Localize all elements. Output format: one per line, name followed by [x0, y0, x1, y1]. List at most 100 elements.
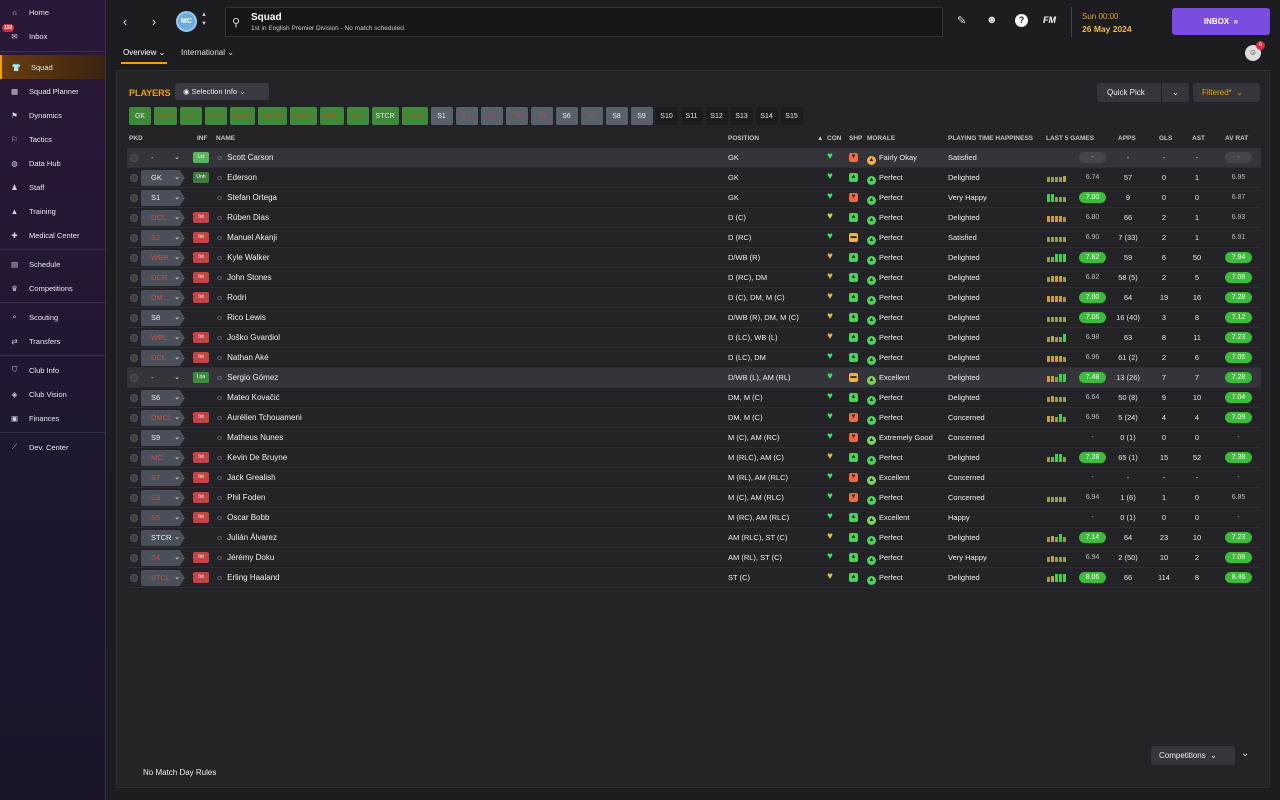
- position-chip[interactable]: STCR: [371, 107, 399, 125]
- position-chip[interactable]: S6: [555, 107, 578, 125]
- pkd-dropdown[interactable]: - ⌄: [141, 150, 185, 166]
- avatar[interactable]: ☺ 6: [1245, 41, 1265, 61]
- sidebar-item-club-info[interactable]: ⛉ Club Info: [0, 358, 105, 382]
- pkd-dropdown[interactable]: STCL ⌄: [141, 570, 185, 586]
- table-row[interactable]: -⌄LoaSergio GómezD/WB (L), AM (RL)♥▬▲Exc…: [127, 368, 1261, 388]
- col-pkd[interactable]: PKD: [129, 135, 143, 142]
- manager-face-icon[interactable]: ☻: [986, 14, 998, 26]
- player-name[interactable]: Sergio Gómez: [216, 373, 278, 382]
- pkd-dropdown[interactable]: DCL ⌄: [141, 350, 185, 366]
- position-chip[interactable]: WBR: [230, 107, 255, 125]
- club-switch-icon[interactable]: ▲ ▼: [201, 11, 207, 29]
- position-chip[interactable]: S13: [730, 107, 753, 125]
- pkd-dropdown[interactable]: WBL ⌄: [141, 330, 185, 346]
- pkd-dropdown[interactable]: S7 ⌄: [141, 470, 185, 486]
- table-row[interactable]: DM...⌄IntRodriD (C), DM, M (C)♥▲▲Perfect…: [127, 288, 1261, 308]
- select-checkbox[interactable]: [130, 254, 138, 262]
- edit-icon[interactable]: ✎: [957, 14, 966, 27]
- player-name[interactable]: Jack Grealish: [216, 473, 275, 482]
- sidebar-item-squad[interactable]: 👕 Squad: [0, 55, 105, 79]
- tab-international[interactable]: International ⌄: [181, 48, 234, 57]
- sidebar-item-home[interactable]: ⌂ Home: [0, 0, 105, 24]
- table-row[interactable]: STCR⌄Julián ÁlvarezAM (RLC), ST (C)♥▲▲Pe…: [127, 528, 1261, 548]
- pkd-dropdown[interactable]: DCL ⌄: [141, 210, 185, 226]
- select-checkbox[interactable]: [130, 234, 138, 242]
- col-gls[interactable]: GLS: [1159, 135, 1172, 142]
- pkd-dropdown[interactable]: S9 ⌄: [141, 430, 185, 446]
- select-checkbox[interactable]: [130, 534, 138, 542]
- pkd-dropdown[interactable]: S3 ⌄: [141, 490, 185, 506]
- position-chip[interactable]: STCL: [401, 107, 428, 125]
- pkd-dropdown[interactable]: STCR ⌄: [141, 530, 185, 546]
- player-name[interactable]: Manuel Akanji: [216, 233, 277, 242]
- table-row[interactable]: STCL⌄IntErling HaalandST (C)♥▲▲PerfectDe…: [127, 568, 1261, 588]
- pkd-dropdown[interactable]: S4 ⌄: [141, 550, 185, 566]
- position-chip[interactable]: S2: [455, 107, 478, 125]
- table-row[interactable]: S1 ⌄ Stefan Ortega GK ♥ ▼ ▲Perfect Very Happy 7.…: [127, 188, 1261, 208]
- player-name[interactable]: Rúben Dias: [216, 213, 269, 222]
- player-name[interactable]: Kevin De Bruyne: [216, 453, 287, 462]
- col-ast[interactable]: AST: [1192, 135, 1205, 142]
- col-pth[interactable]: PLAYING TIME HAPPINESS: [948, 135, 1033, 142]
- position-chip[interactable]: S1: [430, 107, 453, 125]
- forward-arrow-icon[interactable]: ›: [146, 11, 162, 31]
- select-checkbox[interactable]: [130, 194, 138, 202]
- col-apps[interactable]: APPS: [1118, 135, 1136, 142]
- sidebar-item-competitions[interactable]: ♛ Competitions: [0, 276, 105, 300]
- col-morale[interactable]: MORALE: [867, 135, 895, 142]
- search-box[interactable]: ⚲ Squad 1st in English Premier Division …: [225, 7, 943, 37]
- quick-pick-button[interactable]: Quick Pick ⌄: [1097, 83, 1189, 102]
- col-con[interactable]: CON: [827, 135, 841, 142]
- player-name[interactable]: Matheus Nunes: [216, 433, 283, 442]
- select-checkbox[interactable]: [130, 174, 138, 182]
- player-name[interactable]: Julián Álvarez: [216, 533, 277, 542]
- position-chip[interactable]: DCR: [154, 107, 178, 125]
- player-name[interactable]: Jérémy Doku: [216, 553, 274, 562]
- table-row[interactable]: S6⌄Mateo KovačićDM, M (C)♥▲▲PerfectDelig…: [127, 388, 1261, 408]
- pkd-dropdown[interactable]: S5 ⌄: [141, 510, 185, 526]
- sidebar-item-dev-center[interactable]: ⟋ Dev. Center: [0, 435, 105, 459]
- table-row[interactable]: GK⌄UnhEdersonGK♥▲▲PerfectDelighted6.7457…: [127, 168, 1261, 188]
- table-row[interactable]: WBL⌄IntJoško GvardiolD (LC), WB (L)♥▲▲Pe…: [127, 328, 1261, 348]
- table-row[interactable]: -⌄LstScott CarsonGK♥▼▲Fairly OkaySatisfi…: [127, 148, 1261, 168]
- player-name[interactable]: Mateo Kovačić: [216, 393, 279, 402]
- select-checkbox[interactable]: [130, 154, 138, 162]
- sidebar-item-finances[interactable]: ▣ Finances: [0, 406, 105, 430]
- pkd-dropdown[interactable]: DM... ⌄: [141, 290, 185, 306]
- pkd-dropdown[interactable]: DMCL ⌄: [141, 410, 185, 426]
- table-row[interactable]: S7 ⌄ Int Jack Grealish M (RL), AM (RLC) ♥ ▼ ▲Ex…: [127, 468, 1261, 488]
- player-name[interactable]: Nathan Aké: [216, 353, 268, 362]
- col-shp[interactable]: SHP: [849, 135, 862, 142]
- table-row[interactable]: WBR⌄IntKyle WalkerD/WB (R)♥▲▲PerfectDeli…: [127, 248, 1261, 268]
- table-row[interactable]: DCR⌄IntJohn StonesD (RC), DM♥▲▲PerfectDe…: [127, 268, 1261, 288]
- table-row[interactable]: DCL⌄IntRúben DiasD (C)♥▲▲PerfectDelighte…: [127, 208, 1261, 228]
- position-chip[interactable]: DMCR: [257, 107, 287, 125]
- continue-inbox-button[interactable]: INBOX »: [1172, 8, 1270, 35]
- table-row[interactable]: DMCL⌄ Int Aurélien Tchouameni DM, M (C) ♥ ▼ ▲P…: [127, 408, 1261, 428]
- chevron-down-icon[interactable]: ⌄: [1161, 83, 1189, 102]
- col-avrat[interactable]: AV RAT: [1225, 135, 1248, 142]
- select-checkbox[interactable]: [130, 274, 138, 282]
- player-name[interactable]: John Stones: [216, 273, 271, 282]
- table-row[interactable]: S3 ⌄ Int Phil Foden M (C), AM (RLC) ♥ ▼ ▲Perfec…: [127, 488, 1261, 508]
- select-checkbox[interactable]: [130, 494, 138, 502]
- position-chip[interactable]: S14: [755, 107, 778, 125]
- position-chip[interactable]: GK: [129, 107, 151, 125]
- col-position[interactable]: POSITION: [728, 135, 759, 142]
- game-date[interactable]: Sun 00:00 26 May 2024: [1071, 7, 1167, 37]
- player-name[interactable]: Rodri: [216, 293, 246, 302]
- position-chip[interactable]: DC: [180, 107, 203, 125]
- position-chip[interactable]: S4: [505, 107, 528, 125]
- competitions-dropdown[interactable]: Competitions ⌄: [1151, 746, 1235, 765]
- position-chip[interactable]: S5: [530, 107, 553, 125]
- table-row[interactable]: S9 ⌄ Matheus Nunes M (C), AM (RC) ♥ ▼ ▲Extreme…: [127, 428, 1261, 448]
- position-chip[interactable]: S8: [605, 107, 628, 125]
- pkd-dropdown[interactable]: - ⌄: [141, 370, 185, 386]
- sidebar-item-inbox[interactable]: ✉ Inbox 150: [0, 24, 105, 48]
- sidebar-item-training[interactable]: ▲ Training: [0, 199, 105, 223]
- select-checkbox[interactable]: [130, 514, 138, 522]
- player-name[interactable]: Phil Foden: [216, 493, 265, 502]
- position-chip[interactable]: DCL: [205, 107, 228, 125]
- col-name[interactable]: NAME: [216, 135, 235, 142]
- collapse-chevron-icon[interactable]: ⌄: [1241, 748, 1249, 759]
